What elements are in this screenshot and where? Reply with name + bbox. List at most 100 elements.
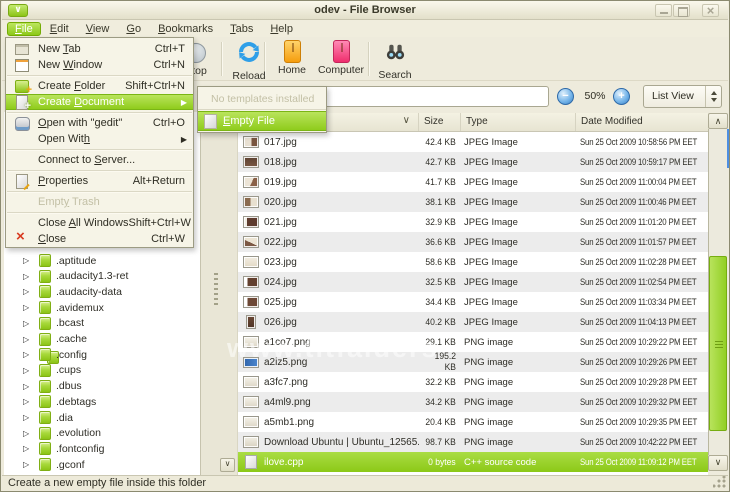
toolbar-computer-button[interactable]: Computer	[316, 39, 366, 79]
sidebar-item-gconf[interactable]: .gconf	[4, 457, 200, 472]
file-row-download-ubuntu-ubuntu-12565[interactable]: Download Ubuntu | Ubuntu_12565...98.7 KB…	[238, 432, 708, 452]
file-row-022-jpg[interactable]: 022.jpg36.6 KBJPEG ImageSun 25 Oct 2009 …	[238, 232, 708, 252]
file-row-ilove-cpp[interactable]: ilove.cpp0 bytesC++ source codeSun 25 Oc…	[238, 452, 708, 472]
scroll-up-button[interactable]	[708, 113, 728, 129]
file-row-025-jpg[interactable]: 025.jpg34.4 KBJPEG ImageSun 25 Oct 2009 …	[238, 292, 708, 312]
expander-triangle-icon[interactable]	[23, 366, 33, 375]
menubar-item-bookmarks[interactable]: Bookmarks	[150, 22, 221, 36]
expander-triangle-icon[interactable]	[23, 287, 33, 296]
file-row-a3fc7-png[interactable]: a3fc7.png32.2 KBPNG imageSun 25 Oct 2009…	[238, 372, 708, 392]
sidebar-item-debtags[interactable]: .debtags	[4, 394, 200, 409]
scrollbar-thumb[interactable]	[709, 256, 727, 431]
file-name: 024.jpg	[264, 277, 419, 288]
file-name: 021.jpg	[264, 217, 419, 228]
zoom-out-icon[interactable]	[557, 88, 574, 105]
sidebar-item-avidemux[interactable]: .avidemux	[4, 300, 200, 315]
file-date-modified: Sun 25 Oct 2009 11:00:46 PM EET	[574, 197, 706, 208]
expander-triangle-icon[interactable]	[23, 444, 33, 453]
sidebar-item-dia[interactable]: .dia	[4, 410, 200, 425]
sidebar-scroll-down-button[interactable]	[220, 458, 235, 472]
file-size: 42.4 KB	[419, 137, 459, 148]
menubar-item-help[interactable]: Help	[262, 22, 301, 36]
sidebar-item-evolution[interactable]: .evolution	[4, 426, 200, 441]
minimize-button[interactable]	[655, 4, 672, 17]
menubar-item-go[interactable]: Go	[118, 22, 149, 36]
expander-triangle-icon[interactable]	[23, 272, 33, 281]
expander-triangle-icon[interactable]	[23, 429, 33, 438]
sidebar-item-aptitude[interactable]: .aptitude	[4, 253, 200, 268]
menu-item-label: Close All Windows	[38, 217, 129, 229]
sidebar-item-label: .audacity-data	[56, 286, 122, 298]
file-row-a1co7-png[interactable]: a1co7.png29.1 KBPNG imageSun 25 Oct 2009…	[238, 332, 708, 352]
file-browser-window: odev - File Browser FileEditViewGoBookma…	[0, 0, 730, 492]
menu-item-close[interactable]: CloseCtrl+W	[6, 231, 193, 247]
file-row-018-jpg[interactable]: 018.jpg42.7 KBJPEG ImageSun 25 Oct 2009 …	[238, 152, 708, 172]
file-row-a2iz5-png[interactable]: a2iz5.png195.2 KBPNG imageSun 25 Oct 200…	[238, 352, 708, 372]
sidebar-item-audacity1.3-ret[interactable]: .audacity1.3-ret	[4, 269, 200, 284]
sidebar-item-bcast[interactable]: .bcast	[4, 316, 200, 331]
jpeg-thumbnail-icon	[246, 315, 256, 329]
toolbar-search-button[interactable]: Search	[372, 39, 418, 79]
menu-item-connect-to-server[interactable]: Connect to Server...	[6, 152, 193, 168]
expander-triangle-icon[interactable]	[23, 335, 33, 344]
file-type: PNG image	[459, 377, 574, 388]
expander-triangle-icon[interactable]	[23, 397, 33, 406]
expander-triangle-icon[interactable]	[23, 460, 33, 469]
menu-item-open-with[interactable]: Open With	[6, 131, 193, 147]
file-row-021-jpg[interactable]: 021.jpg32.9 KBJPEG ImageSun 25 Oct 2009 …	[238, 212, 708, 232]
file-row-019-jpg[interactable]: 019.jpg41.7 KBJPEG ImageSun 25 Oct 2009 …	[238, 172, 708, 192]
menu-item-new-tab[interactable]: New TabCtrl+T	[6, 41, 193, 57]
menu-item-close-all-windows[interactable]: Close All WindowsShift+Ctrl+W	[6, 215, 193, 231]
column-header-size[interactable]: Size	[419, 113, 461, 131]
expander-triangle-icon[interactable]	[23, 382, 33, 391]
file-row-020-jpg[interactable]: 020.jpg38.1 KBJPEG ImageSun 25 Oct 2009 …	[238, 192, 708, 212]
column-header-date-modified[interactable]: Date Modified	[576, 113, 708, 131]
expander-triangle-icon[interactable]	[23, 319, 33, 328]
sidebar-item-config[interactable]: .config	[4, 347, 200, 362]
zoom-in-icon[interactable]	[613, 88, 630, 105]
toolbar-home-button[interactable]: Home	[269, 39, 315, 79]
file-row-026-jpg[interactable]: 026.jpg40.2 KBJPEG ImageSun 25 Oct 2009 …	[238, 312, 708, 332]
view-mode-dropdown[interactable]: List View	[643, 85, 722, 108]
file-row-024-jpg[interactable]: 024.jpg32.5 KBJPEG ImageSun 25 Oct 2009 …	[238, 272, 708, 292]
menu-item-new-window[interactable]: New WindowCtrl+N	[6, 57, 193, 73]
pane-separator[interactable]	[201, 112, 238, 478]
sidebar-item-dbus[interactable]: .dbus	[4, 379, 200, 394]
file-type: PNG image	[459, 417, 574, 428]
menubar-item-tabs[interactable]: Tabs	[222, 22, 261, 36]
expander-triangle-icon[interactable]	[23, 303, 33, 312]
column-header-type[interactable]: Type	[461, 113, 576, 131]
menubar-item-file[interactable]: File	[7, 22, 41, 36]
menu-item-empty-file[interactable]: Empty File	[198, 111, 326, 131]
chevron-up-down-icon	[705, 86, 721, 107]
sidebar-item-audacity-data[interactable]: .audacity-data	[4, 284, 200, 299]
expander-triangle-icon[interactable]	[23, 350, 33, 359]
close-button[interactable]	[702, 4, 719, 17]
scroll-down-button[interactable]	[708, 455, 728, 471]
file-row-a5mb1-png[interactable]: a5mb1.png20.4 KBPNG imageSun 25 Oct 2009…	[238, 412, 708, 432]
expander-triangle-icon[interactable]	[23, 256, 33, 265]
submenu-arrow-icon	[181, 96, 193, 108]
file-row-a4ml9-png[interactable]: a4ml9.png34.2 KBPNG imageSun 25 Oct 2009…	[238, 392, 708, 412]
resize-grip[interactable]	[713, 476, 726, 488]
pane-grip-handle[interactable]	[214, 273, 218, 305]
menu-item-label: Connect to Server...	[38, 154, 193, 166]
file-row-017-jpg[interactable]: 017.jpg42.4 KBJPEG ImageSun 25 Oct 2009 …	[238, 132, 708, 152]
file-name: a2iz5.png	[264, 357, 419, 368]
file-row-023-jpg[interactable]: 023.jpg58.6 KBJPEG ImageSun 25 Oct 2009 …	[238, 252, 708, 272]
file-type: JPEG Image	[459, 237, 574, 248]
menubar-item-edit[interactable]: Edit	[42, 22, 77, 36]
menu-item-create-document[interactable]: Create Document	[6, 94, 193, 110]
menu-item-create-folder[interactable]: Create FolderShift+Ctrl+N	[6, 78, 193, 94]
expander-triangle-icon[interactable]	[23, 413, 33, 422]
sidebar-item-cache[interactable]: .cache	[4, 332, 200, 347]
file-date-modified: Sun 25 Oct 2009 10:29:26 PM EET	[574, 357, 706, 368]
maximize-button[interactable]	[673, 4, 690, 17]
menu-item-open-with-gedit[interactable]: Open with "gedit"Ctrl+O	[6, 115, 193, 131]
file-type: JPEG Image	[459, 197, 574, 208]
sidebar-item-cups[interactable]: .cups	[4, 363, 200, 378]
menu-item-properties[interactable]: PropertiesAlt+Return	[6, 173, 193, 189]
toolbar-reload-button[interactable]: Reload	[224, 39, 274, 79]
menubar-item-view[interactable]: View	[78, 22, 118, 36]
sidebar-item-fontconfig[interactable]: .fontconfig	[4, 441, 200, 456]
